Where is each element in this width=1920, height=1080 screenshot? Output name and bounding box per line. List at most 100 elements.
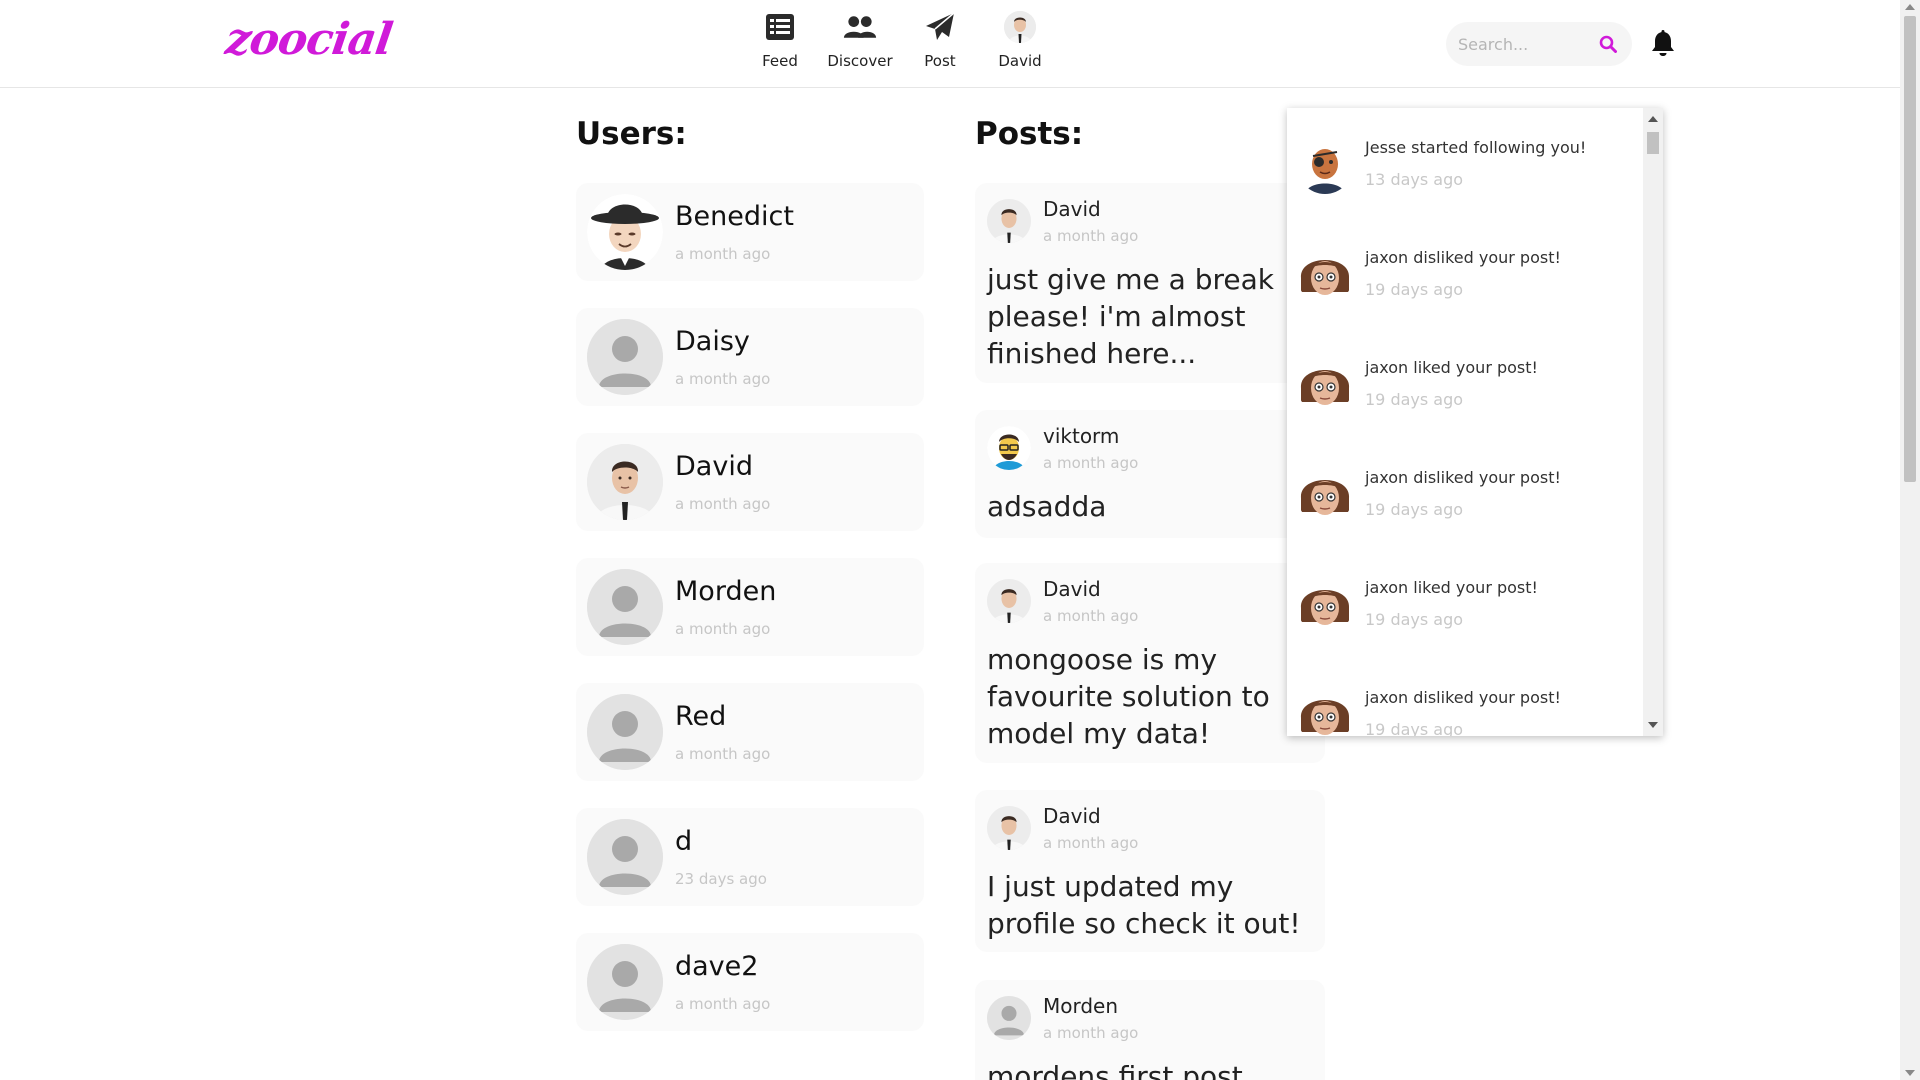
user-name: d bbox=[675, 826, 693, 857]
default-avatar-icon bbox=[987, 996, 1031, 1040]
post-avatar-david bbox=[987, 579, 1031, 623]
post-text: mongoose is my favourite solution to mod… bbox=[987, 643, 1270, 750]
user-time: 23 days ago bbox=[675, 870, 767, 888]
notification-text: jaxon disliked your post! bbox=[1365, 468, 1561, 487]
notification-text: jaxon liked your post! bbox=[1365, 578, 1538, 597]
user-time: a month ago bbox=[675, 620, 771, 638]
top-navbar: zoocial Feed Discover Post David Search.… bbox=[0, 0, 1900, 88]
notification-time: 19 days ago bbox=[1365, 610, 1464, 629]
post-card[interactable]: David a month ago mongoose is my favouri… bbox=[975, 563, 1325, 763]
notification-item[interactable]: jaxon disliked your post! 19 days ago bbox=[1287, 438, 1641, 548]
post-time: a month ago bbox=[1043, 454, 1139, 472]
notification-item[interactable]: jaxon disliked your post! 19 days ago bbox=[1287, 658, 1641, 736]
notifications-dropdown: Jesse started following you! 13 days ago… bbox=[1287, 108, 1663, 736]
notification-avatar-jaxon bbox=[1297, 468, 1353, 524]
main-nav: Feed Discover Post David bbox=[740, 10, 1060, 70]
profile-avatar bbox=[1004, 11, 1036, 43]
user-avatar-benedict bbox=[587, 194, 663, 270]
post-time: a month ago bbox=[1043, 1024, 1139, 1042]
post-avatar-viktorm bbox=[987, 426, 1031, 470]
list-icon bbox=[763, 10, 797, 44]
post-author[interactable]: David bbox=[1043, 577, 1101, 601]
notification-item[interactable]: jaxon disliked your post! 19 days ago bbox=[1287, 218, 1641, 328]
scroll-down-arrow-icon[interactable] bbox=[1648, 722, 1658, 728]
notification-avatar-jaxon bbox=[1297, 688, 1353, 736]
user-name: Benedict bbox=[675, 201, 794, 232]
user-card[interactable]: dave2 a month ago bbox=[576, 933, 924, 1031]
default-avatar-icon bbox=[587, 319, 663, 395]
user-name: Red bbox=[675, 701, 727, 732]
nav-profile-label: David bbox=[998, 52, 1042, 70]
notifications-scroll-thumb[interactable] bbox=[1647, 132, 1659, 154]
user-card[interactable]: David a month ago bbox=[576, 433, 924, 531]
nav-discover-label: Discover bbox=[827, 52, 893, 70]
notifications-scrollbar[interactable] bbox=[1643, 108, 1663, 736]
notification-text: jaxon disliked your post! bbox=[1365, 248, 1561, 267]
nav-feed[interactable]: Feed bbox=[740, 10, 820, 70]
notification-item[interactable]: jaxon liked your post! 19 days ago bbox=[1287, 548, 1641, 658]
nav-profile[interactable]: David bbox=[980, 10, 1060, 70]
page-scroll-up-icon[interactable] bbox=[1905, 4, 1915, 10]
default-avatar-icon bbox=[587, 944, 663, 1020]
notification-text: Jesse started following you! bbox=[1365, 138, 1587, 157]
post-card[interactable]: David a month ago just give me a break p… bbox=[975, 183, 1325, 383]
user-card[interactable]: Benedict a month ago bbox=[576, 183, 924, 281]
nav-discover[interactable]: Discover bbox=[820, 10, 900, 70]
page-scroll-down-icon[interactable] bbox=[1905, 1070, 1915, 1076]
user-time: a month ago bbox=[675, 245, 771, 263]
users-title: Users: bbox=[576, 116, 687, 152]
posts-title: Posts: bbox=[975, 116, 1084, 152]
bell-icon[interactable] bbox=[1650, 30, 1676, 58]
notification-avatar-jaxon bbox=[1297, 358, 1353, 414]
post-author[interactable]: David bbox=[1043, 197, 1101, 221]
user-name: Daisy bbox=[675, 326, 750, 357]
user-card[interactable]: d 23 days ago bbox=[576, 808, 924, 906]
post-card[interactable]: viktorm a month ago adsadda bbox=[975, 410, 1325, 538]
post-author[interactable]: Morden bbox=[1043, 994, 1118, 1018]
user-time: a month ago bbox=[675, 995, 771, 1013]
user-time: a month ago bbox=[675, 495, 771, 513]
notification-time: 19 days ago bbox=[1365, 500, 1464, 519]
scroll-up-arrow-icon[interactable] bbox=[1648, 116, 1658, 122]
post-text: adsadda bbox=[987, 490, 1107, 523]
post-text: I just updated my profile so check it ou… bbox=[987, 870, 1301, 940]
nav-post-label: Post bbox=[924, 52, 956, 70]
notification-text: jaxon liked your post! bbox=[1365, 358, 1538, 377]
user-name: dave2 bbox=[675, 951, 759, 982]
post-avatar-david bbox=[987, 806, 1031, 850]
nav-avatar-wrapper bbox=[1003, 10, 1037, 44]
post-text: just give me a break please! i'm almost … bbox=[987, 263, 1274, 370]
post-card[interactable]: David a month ago I just updated my prof… bbox=[975, 790, 1325, 952]
notifications-list[interactable]: Jesse started following you! 13 days ago… bbox=[1287, 108, 1641, 736]
post-card[interactable]: Morden a month ago mordens first post bbox=[975, 980, 1325, 1080]
notification-time: 19 days ago bbox=[1365, 720, 1464, 736]
post-time: a month ago bbox=[1043, 227, 1139, 245]
post-author[interactable]: viktorm bbox=[1043, 424, 1119, 448]
search-input[interactable] bbox=[1458, 34, 1588, 54]
page-scroll-thumb[interactable] bbox=[1904, 16, 1916, 482]
notification-avatar-jaxon bbox=[1297, 578, 1353, 634]
zoocial-logo[interactable]: zoocial bbox=[222, 14, 395, 65]
post-time: a month ago bbox=[1043, 607, 1139, 625]
post-author[interactable]: David bbox=[1043, 804, 1101, 828]
page-scrollbar[interactable] bbox=[1900, 0, 1920, 1080]
user-card[interactable]: Morden a month ago bbox=[576, 558, 924, 656]
user-card[interactable]: Red a month ago bbox=[576, 683, 924, 781]
user-avatar-david bbox=[587, 444, 663, 520]
user-name: David bbox=[675, 451, 753, 482]
user-time: a month ago bbox=[675, 370, 771, 388]
notification-item[interactable]: Jesse started following you! 13 days ago bbox=[1287, 108, 1641, 218]
user-card[interactable]: Daisy a month ago bbox=[576, 308, 924, 406]
nav-post[interactable]: Post bbox=[900, 10, 980, 70]
notification-time: 13 days ago bbox=[1365, 170, 1464, 189]
search-icon[interactable] bbox=[1596, 32, 1620, 56]
notification-text: jaxon disliked your post! bbox=[1365, 688, 1561, 707]
post-time: a month ago bbox=[1043, 834, 1139, 852]
notification-item[interactable]: jaxon liked your post! 19 days ago bbox=[1287, 328, 1641, 438]
nav-feed-label: Feed bbox=[762, 52, 798, 70]
default-avatar-icon bbox=[587, 569, 663, 645]
notification-time: 19 days ago bbox=[1365, 390, 1464, 409]
paper-plane-icon bbox=[923, 10, 957, 44]
notification-time: 19 days ago bbox=[1365, 280, 1464, 299]
user-name: Morden bbox=[675, 576, 777, 607]
